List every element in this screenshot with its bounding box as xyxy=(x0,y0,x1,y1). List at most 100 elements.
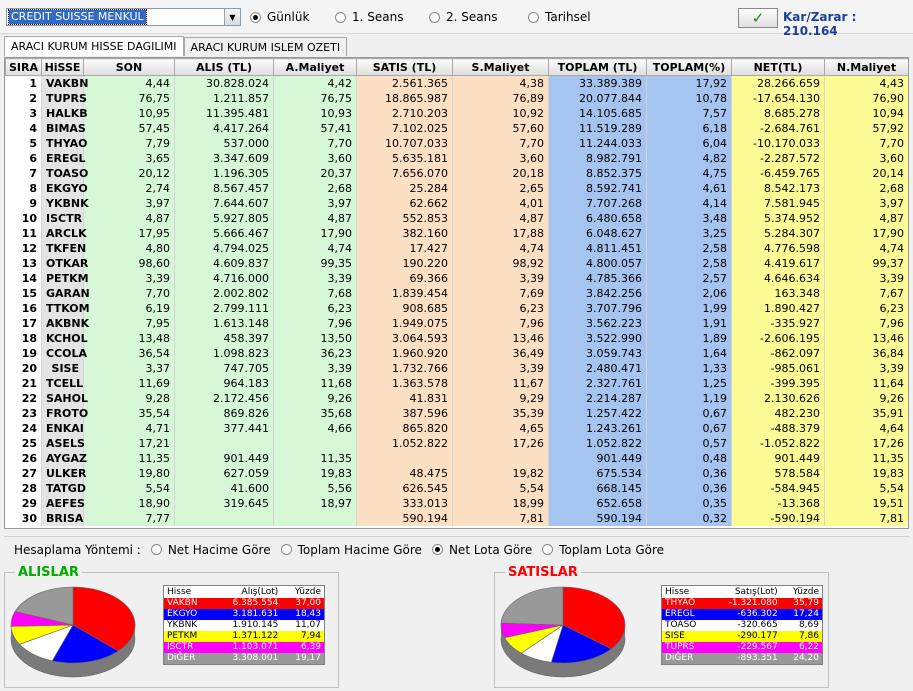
distribution-table: SIRA HiSSE SON ALIS (TL) A.Maliyet SATIS (TL)… xyxy=(4,57,909,529)
table-row[interactable]: 20 SISE 3,37 747.705 3,39 1.732.766 3,39 2.480.… xyxy=(5,361,908,376)
table-cell: 4,44 xyxy=(83,75,175,91)
table-cell: 19,82 xyxy=(452,466,549,481)
method-toplam-hacim[interactable]: Toplam Hacime Göre xyxy=(280,543,422,557)
column-header[interactable]: SIRA xyxy=(5,58,42,76)
column-header[interactable]: TOPLAM (TL) xyxy=(548,58,647,76)
table-cell: -17.654.130 xyxy=(731,91,825,106)
table-row[interactable]: 21 TCELL 11,69 964.183 11,68 1.363.578 11,67 2.… xyxy=(5,376,908,391)
table-cell: 537.000 xyxy=(174,136,274,151)
column-header[interactable]: SATIS (TL) xyxy=(356,58,453,76)
table-cell: 17,90 xyxy=(824,226,908,241)
table-row[interactable]: 28 TATGD 5,54 41.600 5,56 626.545 5,54 668.145 0… xyxy=(5,481,908,496)
radio-1-seans[interactable]: 1. Seans xyxy=(335,10,403,24)
table-row[interactable]: 11 ARCLK 17,95 5.666.467 17,90 382.160 17,88 6.… xyxy=(5,226,908,241)
chevron-down-icon[interactable]: ▼ xyxy=(224,9,240,25)
tab-islem-ozeti[interactable]: ARACI KURUM ISLEM OZETI xyxy=(183,37,348,56)
table-row[interactable]: 25 ASELS 17,21 1.052.822 17,26 1.052.822 0,57-… xyxy=(5,436,908,451)
table-row[interactable]: 24 ENKAI 4,71 377.441 4,66 865.820 4,65 1.243.2… xyxy=(5,421,908,436)
table-row[interactable]: 2 TUPRS 76,75 1.211.857 76,75 18.865.987 76,89… xyxy=(5,91,908,106)
table-cell: 7 xyxy=(5,166,42,181)
legend-cell: DiĞER xyxy=(167,653,196,663)
column-header[interactable]: HiSSE xyxy=(41,58,84,76)
column-header[interactable]: SON xyxy=(83,58,175,76)
table-cell: 7,70 xyxy=(273,136,357,151)
alislar-panel: ALISLAR Hisse Alış(Lot) Yüzde VAKBN 6.385… xyxy=(4,565,339,688)
table-cell: 2,58 xyxy=(646,256,732,271)
radio-button-icon[interactable] xyxy=(150,544,162,555)
column-header[interactable]: N.Maliyet xyxy=(824,58,908,76)
column-header[interactable]: S.Maliyet xyxy=(452,58,549,76)
column-header[interactable]: NET(TL) xyxy=(731,58,825,76)
table-row[interactable]: 10 ISCTR 4,87 5.927.805 4,87 552.853 4,87 6.480… xyxy=(5,211,908,226)
table-cell: 8.685.278 xyxy=(731,106,825,121)
legend-row: DiĞER -893.351 24,20 xyxy=(662,653,822,664)
table-row[interactable]: 30 BRISA 7,77 590.194 7,81 590.194 0,32 -590.19… xyxy=(5,511,908,526)
table-row[interactable]: 23 FROTO 35,54 869.826 35,68 387.596 35,39 1.25… xyxy=(5,406,908,421)
method-net-hacim[interactable]: Net Hacime Göre xyxy=(150,543,271,557)
method-toplam-lot[interactable]: Toplam Lota Göre xyxy=(542,543,664,557)
table-cell: 7,68 xyxy=(273,286,357,301)
table-row[interactable]: 4 BIMAS 57,45 4.417.264 57,41 7.102.025 57,60 1… xyxy=(5,121,908,136)
table-row[interactable]: 15 GARAN 7,70 2.002.802 7,68 1.839.454 7,69 3.8… xyxy=(5,286,908,301)
table-cell: 7.707.268 xyxy=(548,196,647,211)
table-cell: 4,74 xyxy=(273,241,357,256)
legend-row: ISCTR 1.103.071 6,39 xyxy=(164,642,324,653)
table-cell: 4.811.451 xyxy=(548,241,647,256)
table-row[interactable]: 5 THYAO 7,79 537.000 7,70 10.707.033 7,70 11.24… xyxy=(5,136,908,151)
table-row[interactable]: 29 AEFES 18,90 319.645 18,97 333.013 18,99 652.… xyxy=(5,496,908,511)
radio-gunluk[interactable]: Günlük xyxy=(250,10,309,24)
table-cell: 3,39 xyxy=(273,271,357,286)
table-cell: 7,70 xyxy=(452,136,549,151)
radio-button-icon[interactable] xyxy=(528,11,539,23)
table-row[interactable]: 16 TTKOM 6,19 2.799.111 6,23 908.685 6,23 3.707… xyxy=(5,301,908,316)
radio-button-icon[interactable] xyxy=(542,544,554,555)
table-cell: 2 xyxy=(5,91,42,106)
table-row[interactable]: 3 HALKB 10,95 11.395.481 10,93 2.710.203 10,92… xyxy=(5,106,908,121)
column-header[interactable]: A.Maliyet xyxy=(273,58,357,76)
radio-button-icon[interactable] xyxy=(280,544,292,555)
tab-hisse-dagilimi[interactable]: ARACI KURUM HISSE DAGILIMI xyxy=(4,36,184,56)
legend-header: Hisse xyxy=(167,587,192,597)
table-row[interactable]: 19 CCOLA 36,54 1.098.823 36,23 1.960.920 36,49… xyxy=(5,346,908,361)
table-row[interactable]: 7 TOASO 20,12 1.196.305 20,37 7.656.070 20,18 8… xyxy=(5,166,908,181)
table-cell: 4.785.366 xyxy=(548,271,647,286)
radio-button-icon[interactable] xyxy=(250,11,261,23)
legend-cell: 8,69 xyxy=(798,620,819,630)
broker-select[interactable]: CREDIT SUISSE MENKUL ▼ xyxy=(6,8,241,26)
radio-button-icon[interactable] xyxy=(429,11,440,23)
table-cell: 21 xyxy=(5,376,42,391)
table-row[interactable]: 27 ULKER 19,80 627.059 19,83 48.475 19,82 675.5… xyxy=(5,466,908,481)
legend-cell: 3.308.001 xyxy=(232,653,279,663)
table-row[interactable]: 8 EKGYO 2,74 8.567.457 2,68 25.284 2,65 8.592.7… xyxy=(5,181,908,196)
table-row[interactable]: 17 AKBNK 7,95 1.613.148 7,96 1.949.075 7,96 3.5… xyxy=(5,316,908,331)
table-cell: 57,92 xyxy=(824,121,908,136)
table-row[interactable]: 18 KCHOL 13,48 458.397 13,50 3.064.593 13,46 3.… xyxy=(5,331,908,346)
method-net-lot[interactable]: Net Lota Göre xyxy=(431,543,532,557)
table-cell: 19,51 xyxy=(824,496,908,511)
table-row[interactable]: 14 PETKM 3,39 4.716.000 3,39 69.366 3,39 4.785.… xyxy=(5,271,908,286)
legend-cell: VAKBN xyxy=(167,598,198,608)
table-row[interactable]: 6 EREGL 3,65 3.347.609 3,60 5.635.181 3,60 8.98… xyxy=(5,151,908,166)
table-cell: 2.327.761 xyxy=(548,376,647,391)
column-header[interactable]: ALIS (TL) xyxy=(174,58,274,76)
table-cell: 1,99 xyxy=(646,301,732,316)
satislar-panel: SATISLAR Hisse Satış(Lot) Yüzde THYAO -1.… xyxy=(494,565,829,688)
radio-2-seans[interactable]: 2. Seans xyxy=(429,10,497,24)
table-cell: 3.347.609 xyxy=(174,151,274,166)
radio-tarihsel[interactable]: Tarihsel xyxy=(528,10,591,24)
table-row[interactable]: 26 AYGAZ 11,35 901.449 11,35 901.449 0,48 901.4… xyxy=(5,451,908,466)
table-cell: 4,87 xyxy=(273,211,357,226)
table-row[interactable]: 12 TKFEN 4,80 4.794.025 4,74 17.427 4,74 4.811.… xyxy=(5,241,908,256)
table-row[interactable]: 22 SAHOL 9,28 2.172.456 9,26 41.831 9,29 2.214.… xyxy=(5,391,908,406)
table-row[interactable]: 9 YKBNK 3,97 7.644.607 3,97 62.662 4,01 7.707.2… xyxy=(5,196,908,211)
radio-label: 1. Seans xyxy=(352,10,404,24)
legend-row: DiĞER 3.308.001 19,17 xyxy=(164,653,324,664)
column-header[interactable]: TOPLAM(%) xyxy=(646,58,732,76)
table-cell: 11 xyxy=(5,226,42,241)
table-row[interactable]: 13 OTKAR 98,60 4.609.837 99,35 190.220 98,92 4.… xyxy=(5,256,908,271)
radio-button-icon[interactable] xyxy=(335,11,346,23)
legend-header: Yüzde xyxy=(792,587,819,597)
apply-button[interactable]: ✓ xyxy=(738,8,778,28)
table-row[interactable]: 1 VAKBN 4,44 30.828.024 4,42 2.561.365 4,38 33.… xyxy=(5,75,908,91)
radio-button-icon[interactable] xyxy=(431,544,443,555)
